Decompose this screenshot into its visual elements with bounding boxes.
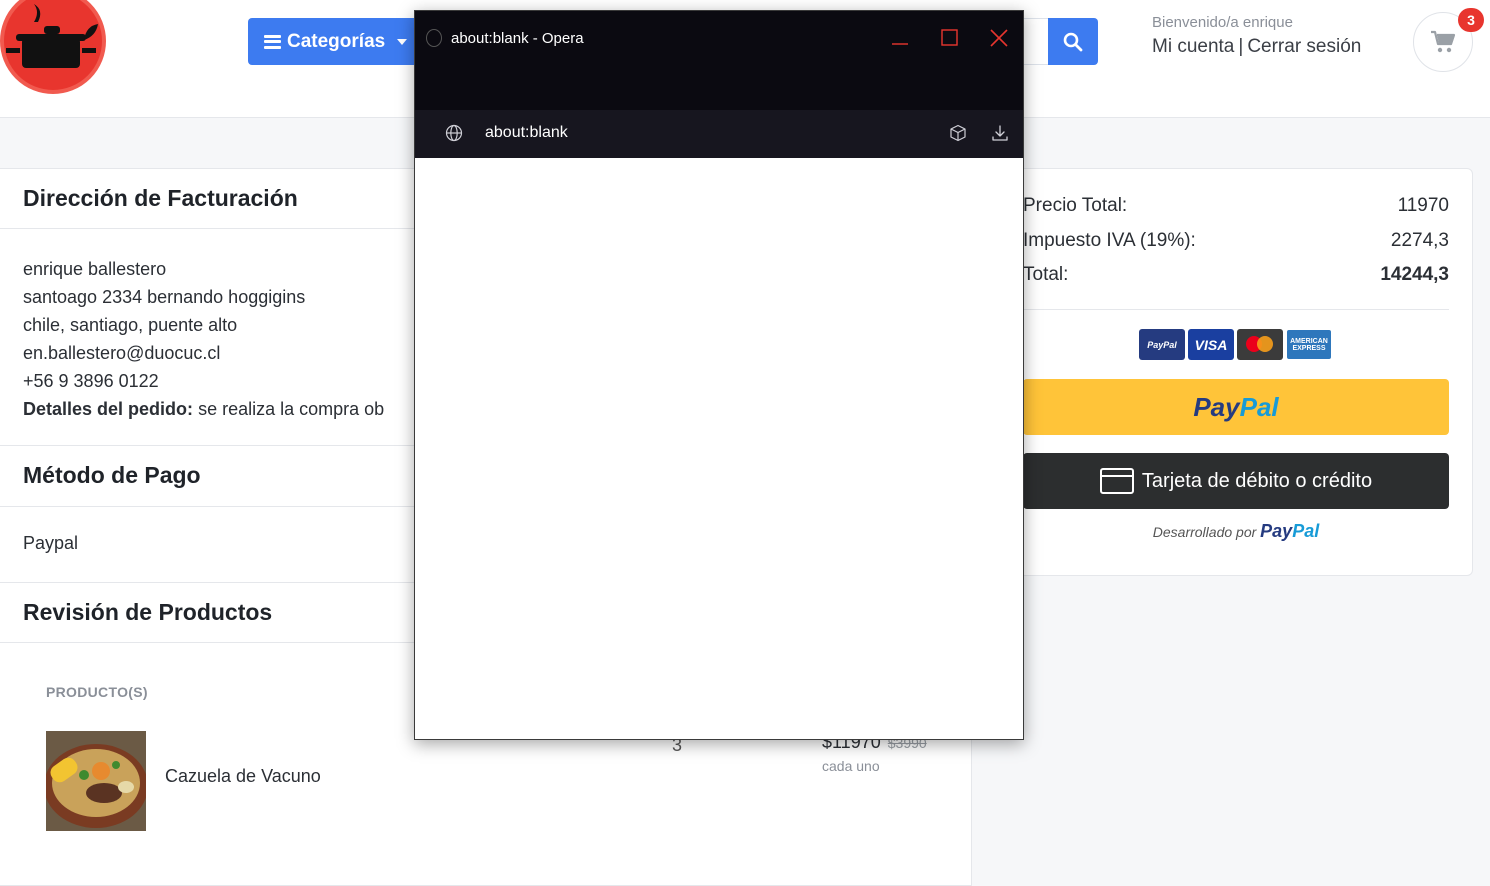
product-each-label: cada uno [822,758,880,774]
logout-link[interactable]: Cerrar sesión [1247,36,1361,57]
mastercard-icon [1237,329,1283,360]
cart-count-badge: 3 [1458,8,1484,32]
link-separator: | [1238,36,1244,57]
product-name: Cazuela de Vacuno [165,766,321,786]
billing-phone: +56 9 3896 0122 [23,371,159,391]
billing-title: Dirección de Facturación [23,185,298,211]
paypal-card-icon: PayPal [1139,329,1185,360]
product-image[interactable] [46,731,146,831]
search-input[interactable] [1020,18,1050,65]
product-column-header: PRODUCTO(S) [46,684,148,700]
order-details: Detalles del pedido: se realiza la compr… [23,395,384,423]
order-summary-card: Precio Total: 11970 Impuesto IVA (19%): … [998,168,1473,576]
divider [1023,309,1449,310]
account-links: Mi cuenta | Cerrar sesión [1152,36,1361,58]
subtotal-value: 11970 [1397,195,1449,216]
cazuela-image [46,731,146,831]
chevron-down-icon [397,38,408,45]
minimize-icon[interactable] [891,29,909,47]
my-account-link[interactable]: Mi cuenta [1152,36,1234,57]
maximize-icon[interactable] [941,29,959,47]
subtotal-label: Precio Total: [1023,195,1128,216]
opera-icon [426,29,442,47]
brand-logo[interactable] [0,0,106,94]
total-label: Total: [1023,264,1069,285]
billing-location: chile, santiago, puente alto [23,315,238,335]
popup-titlebar[interactable]: about:blank - Opera [415,11,1023,110]
billing-address: enrique ballestero santoago 2334 bernand… [23,255,384,423]
download-icon[interactable] [991,124,1009,142]
card-button-label: Tarjeta de débito o crédito [1141,469,1373,492]
total-row: Total: 14244,3 [1023,264,1449,286]
close-icon[interactable] [990,29,1008,47]
review-title: Revisión de Productos [23,599,273,625]
payment-title: Método de Pago [23,462,201,488]
search-icon [1063,32,1083,51]
credit-card-icon [1099,468,1134,494]
order-details-value: se realiza la compra ob [198,399,385,419]
opera-popup-window[interactable]: about:blank - Opera about:blank [414,10,1024,740]
categories-label: Categorías [287,30,386,52]
debit-credit-card-button[interactable]: Tarjeta de débito o crédito [1023,453,1449,509]
billing-name: enrique ballestero [23,259,167,279]
powered-logo-pal: Pal [1292,521,1320,541]
popup-url[interactable]: about:blank [485,124,568,142]
accepted-cards: PayPal VISA AMERICAN EXPRESS [1139,329,1332,360]
popup-address-bar[interactable]: about:blank [415,110,1023,158]
subtotal-row: Precio Total: 11970 [1023,195,1449,217]
search-button[interactable] [1048,18,1098,65]
categories-button[interactable]: Categorías [248,18,428,65]
tax-label: Impuesto IVA (19%): [1023,230,1196,251]
cube-icon[interactable] [949,124,967,142]
payment-method-value: Paypal [23,533,79,553]
powered-by-paypal: Desarrollado por PayPal [1023,521,1449,542]
tax-value: 2274,3 [1390,230,1449,251]
powered-by-label: Desarrollado por [1152,524,1257,540]
cart-icon [1431,30,1456,53]
paypal-logo-pay: Pay [1193,391,1240,422]
globe-icon [445,124,463,142]
popup-window-title: about:blank - Opera [451,30,584,47]
tax-row: Impuesto IVA (19%): 2274,3 [1023,230,1449,252]
menu-icon [264,34,281,49]
pot-icon [6,4,98,68]
order-details-label: Detalles del pedido: [23,399,194,419]
billing-email: en.ballestero@duocuc.cl [23,343,221,363]
welcome-text: Bienvenido/a enrique [1152,14,1293,31]
paypal-logo-pal: Pal [1239,391,1279,422]
paypal-button[interactable]: Pay Pal [1023,379,1449,435]
total-value: 14244,3 [1380,264,1449,285]
amex-card-icon: AMERICAN EXPRESS [1286,329,1332,360]
visa-card-icon: VISA [1188,329,1234,360]
powered-logo-pay: Pay [1260,521,1293,541]
billing-street: santoago 2334 bernando hoggigins [23,287,306,307]
